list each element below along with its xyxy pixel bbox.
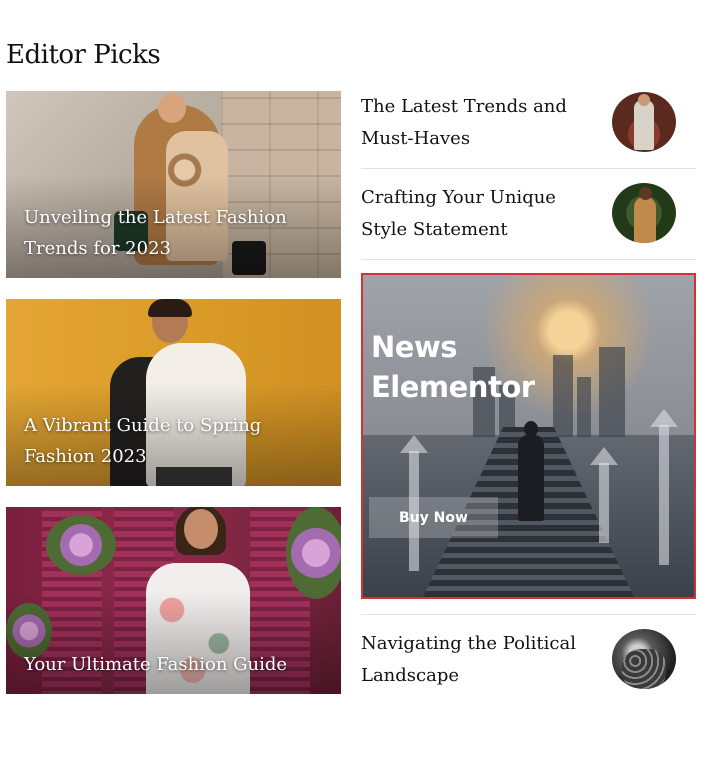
man-portrait-thumbnail[interactable] [612, 92, 676, 152]
buy-now-button[interactable]: Buy Now [369, 497, 498, 538]
featured-title[interactable]: Unveiling the Latest Fashion Trends for … [24, 202, 321, 264]
featured-card[interactable]: A Vibrant Guide to Spring Fashion 2023 [6, 299, 341, 486]
list-item: Crafting Your Unique Style Statement [361, 182, 696, 258]
list-item: Navigating the Political Landscape [361, 628, 696, 704]
divider [361, 614, 696, 615]
divider [361, 168, 696, 169]
section-title: Editor Picks [6, 40, 161, 70]
list-item-title[interactable]: Crafting Your Unique Style Statement [361, 182, 596, 246]
featured-title[interactable]: Your Ultimate Fashion Guide [24, 649, 321, 680]
featured-title[interactable]: A Vibrant Guide to Spring Fashion 2023 [24, 410, 321, 472]
featured-card[interactable]: Unveiling the Latest Fashion Trends for … [6, 91, 341, 278]
list-item-title[interactable]: Navigating the Political Landscape [361, 628, 596, 692]
divider [361, 259, 696, 260]
list-item: The Latest Trends and Must-Haves [361, 91, 696, 167]
list-item-title[interactable]: The Latest Trends and Must-Haves [361, 91, 596, 155]
ad-title: News Elementor [371, 327, 551, 407]
ad-title-text: News Elementor [371, 330, 535, 404]
featured-card[interactable]: Your Ultimate Fashion Guide [6, 507, 341, 694]
crowd-thumbnail[interactable] [612, 629, 676, 689]
woman-portrait-thumbnail[interactable] [612, 183, 676, 243]
ad-banner[interactable]: News Elementor Buy Now [361, 273, 696, 599]
